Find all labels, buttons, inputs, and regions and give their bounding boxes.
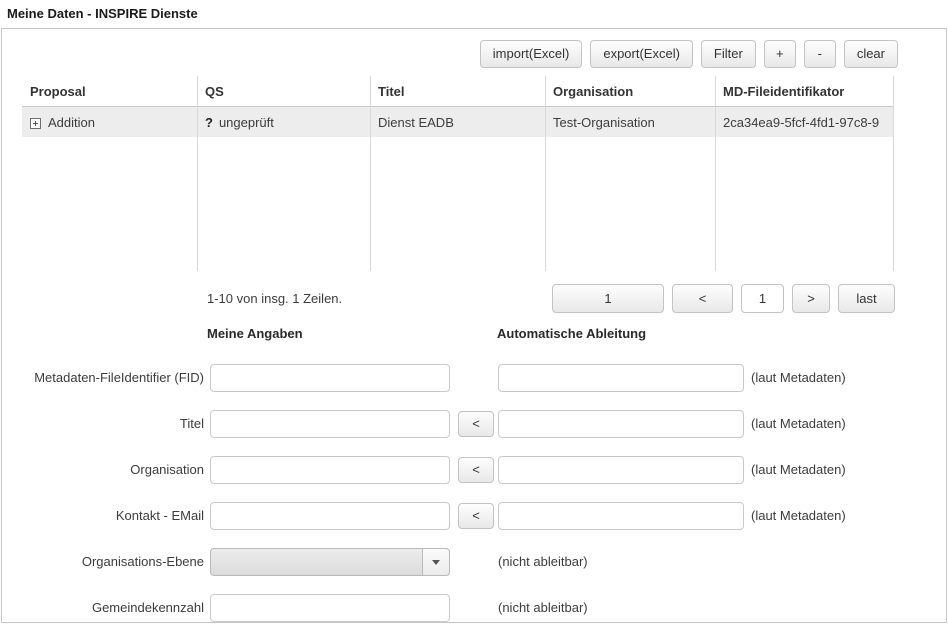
organisations-ebene-select[interactable] bbox=[210, 548, 450, 576]
auto-kontakt-email-input[interactable] bbox=[498, 502, 744, 530]
transfer-kontakt-email-button[interactable]: < bbox=[458, 503, 494, 529]
cell-qs: ? ungeprüft bbox=[197, 115, 370, 130]
services-table: Proposal QS Titel Organisation MD-Fileid… bbox=[22, 76, 894, 271]
cell-organisation: Test-Organisation bbox=[545, 115, 715, 130]
next-page-button[interactable]: > bbox=[792, 284, 830, 313]
column-header-titel[interactable]: Titel bbox=[370, 76, 545, 106]
auto-titel-input[interactable] bbox=[498, 410, 744, 438]
form-row-titel: Titel < (laut Metadaten) bbox=[2, 410, 946, 438]
titel-label: Titel bbox=[2, 410, 204, 438]
import-excel-button[interactable]: import(Excel) bbox=[480, 40, 583, 68]
form-row-gemeindekennzahl: Gemeindekennzahl (nicht ableitbar) bbox=[2, 594, 946, 622]
table-header-row: Proposal QS Titel Organisation MD-Fileid… bbox=[22, 76, 894, 107]
expand-plus-icon[interactable] bbox=[30, 118, 41, 129]
export-excel-button[interactable]: export(Excel) bbox=[590, 40, 693, 68]
column-divider bbox=[370, 76, 371, 271]
my-data-column-header: Meine Angaben bbox=[207, 326, 303, 341]
cell-md-fileidentifikator: 2ca34ea9-5fcf-4fd1-97c8-9 bbox=[715, 115, 894, 130]
fid-label: Metadaten-FileIdentifier (FID) bbox=[2, 364, 204, 392]
form-row-organisations-ebene: Organisations-Ebene (nicht ableitbar) bbox=[2, 548, 946, 576]
table-row[interactable]: Addition ? ungeprüft Dienst EADB Test-Org… bbox=[22, 107, 894, 137]
proposal-text: Addition bbox=[48, 115, 95, 130]
last-page-button[interactable]: last bbox=[838, 284, 895, 313]
organisations-ebene-label: Organisations-Ebene bbox=[2, 548, 204, 576]
column-header-md-fileidentifikator[interactable]: MD-Fileidentifikator bbox=[715, 76, 894, 106]
clear-button[interactable]: clear bbox=[844, 40, 898, 68]
auto-fid-input[interactable] bbox=[498, 364, 744, 392]
my-titel-input[interactable] bbox=[210, 410, 450, 438]
chevron-down-icon bbox=[432, 560, 440, 565]
organisations-ebene-note: (nicht ableitbar) bbox=[498, 548, 588, 576]
main-panel: import(Excel) export(Excel) Filter + - c… bbox=[1, 28, 947, 623]
my-fid-input[interactable] bbox=[210, 364, 450, 392]
kontakt-email-note: (laut Metadaten) bbox=[751, 502, 846, 530]
fid-note: (laut Metadaten) bbox=[751, 364, 846, 392]
transfer-titel-button[interactable]: < bbox=[458, 411, 494, 437]
titel-note: (laut Metadaten) bbox=[751, 410, 846, 438]
column-divider bbox=[197, 76, 198, 271]
dropdown-arrow-button[interactable] bbox=[422, 549, 449, 575]
pagination: 1 < > last bbox=[552, 284, 895, 313]
auto-organisation-input[interactable] bbox=[498, 456, 744, 484]
page-1-button[interactable]: 1 bbox=[552, 284, 664, 313]
column-header-qs[interactable]: QS bbox=[197, 76, 370, 106]
form-row-fid: Metadaten-FileIdentifier (FID) (laut Met… bbox=[2, 364, 946, 392]
prev-page-button[interactable]: < bbox=[672, 284, 733, 313]
auto-derivation-column-header: Automatische Ableitung bbox=[497, 326, 646, 341]
gemeindekennzahl-label: Gemeindekennzahl bbox=[2, 594, 204, 622]
remove-row-button[interactable]: - bbox=[804, 40, 836, 68]
toolbar: import(Excel) export(Excel) Filter + - c… bbox=[480, 40, 898, 68]
qs-text: ungeprüft bbox=[219, 115, 274, 130]
column-header-organisation[interactable]: Organisation bbox=[545, 76, 715, 106]
gemeindekennzahl-note: (nicht ableitbar) bbox=[498, 594, 588, 622]
column-header-proposal[interactable]: Proposal bbox=[22, 76, 197, 106]
filter-button[interactable]: Filter bbox=[701, 40, 756, 68]
form-row-organisation: Organisation < (laut Metadaten) bbox=[2, 456, 946, 484]
column-divider bbox=[893, 76, 894, 271]
cell-proposal: Addition bbox=[22, 115, 197, 130]
pagination-summary: 1-10 von insg. 1 Zeilen. bbox=[207, 284, 342, 313]
question-icon: ? bbox=[205, 115, 213, 130]
page-title: Meine Daten - INSPIRE Dienste bbox=[7, 6, 198, 21]
my-organisation-input[interactable] bbox=[210, 456, 450, 484]
form-row-kontakt-email: Kontakt - EMail < (laut Metadaten) bbox=[2, 502, 946, 530]
cell-titel: Dienst EADB bbox=[370, 115, 545, 130]
gemeindekennzahl-input[interactable] bbox=[210, 594, 450, 622]
add-row-button[interactable]: + bbox=[764, 40, 796, 68]
column-divider bbox=[715, 76, 716, 271]
my-kontakt-email-input[interactable] bbox=[210, 502, 450, 530]
column-divider bbox=[545, 76, 546, 271]
organisation-note: (laut Metadaten) bbox=[751, 456, 846, 484]
page-number-input[interactable] bbox=[741, 284, 784, 313]
organisation-label: Organisation bbox=[2, 456, 204, 484]
kontakt-email-label: Kontakt - EMail bbox=[2, 502, 204, 530]
transfer-organisation-button[interactable]: < bbox=[458, 457, 494, 483]
